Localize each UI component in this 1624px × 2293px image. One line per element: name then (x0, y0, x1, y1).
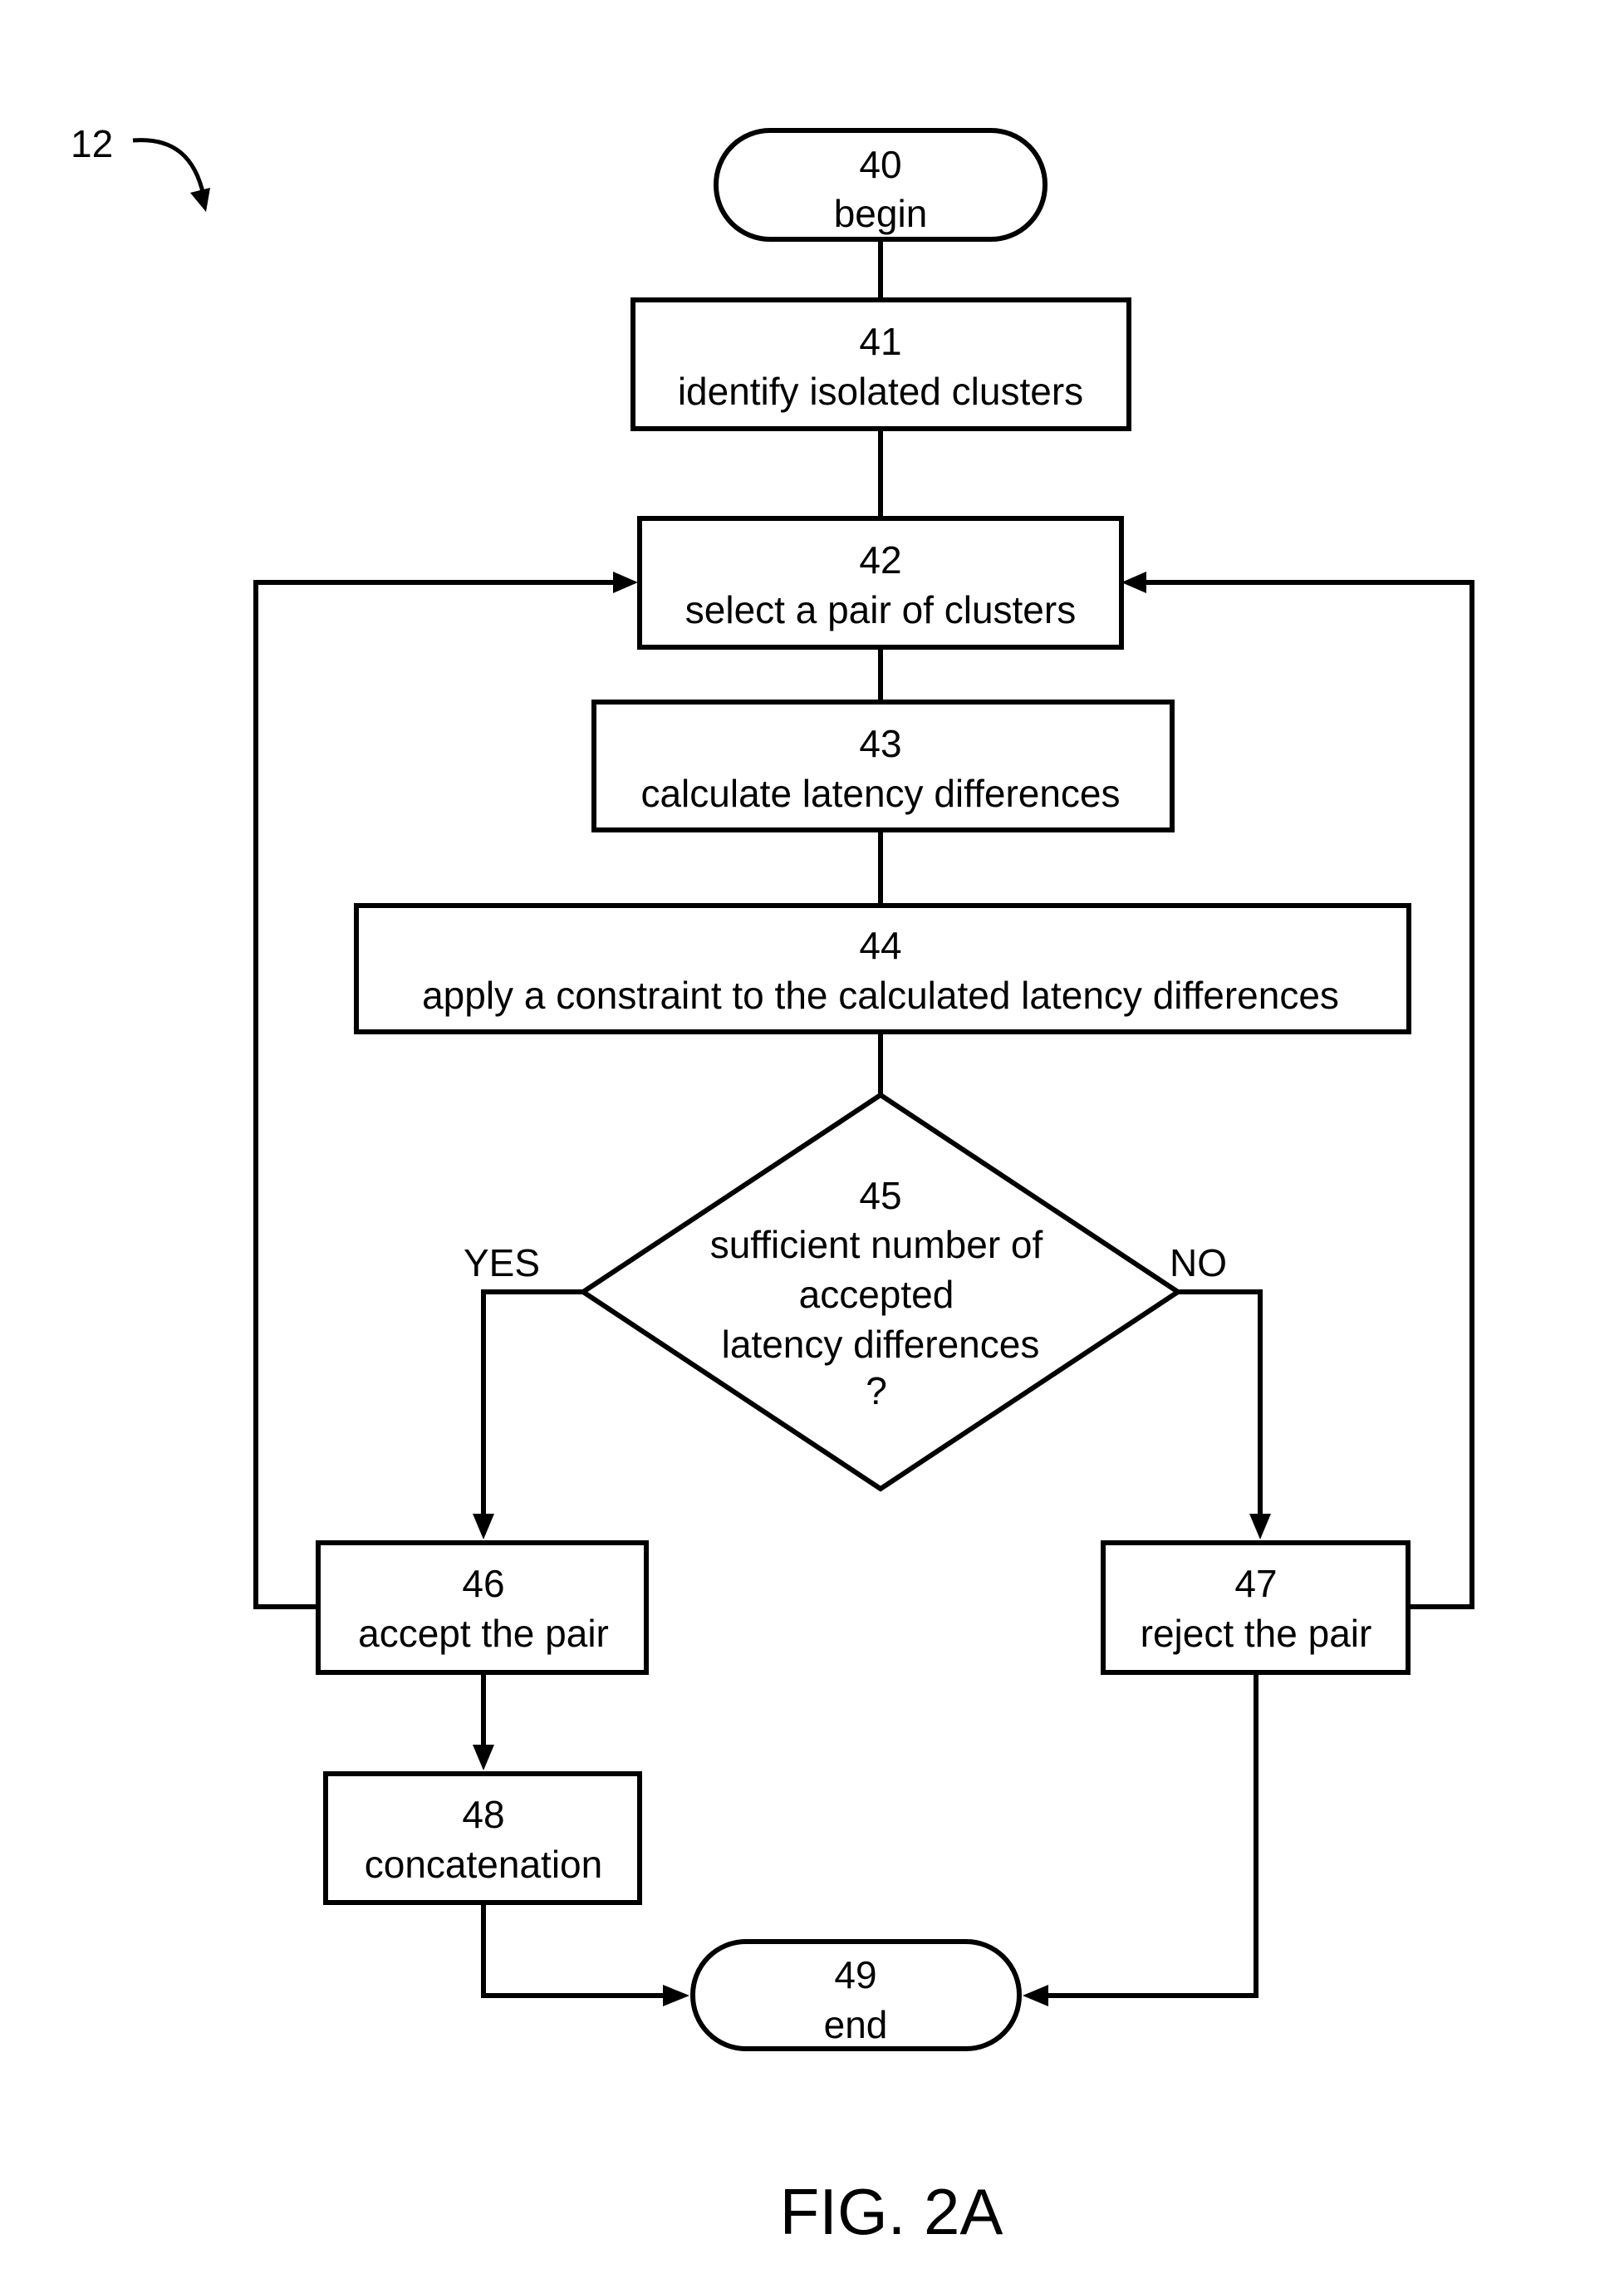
flowchart: 12 40 begin 41 identify isolated cluster… (71, 122, 1474, 2248)
node-46-number: 46 (462, 1562, 504, 1605)
node-46-label: accept the pair (358, 1612, 609, 1655)
node-40-begin[interactable]: 40 begin (714, 128, 1048, 242)
connector-yes-45-46 (473, 1289, 586, 1539)
branch-label-no: NO (1170, 1241, 1227, 1284)
node-48-label: concatenation (365, 1843, 602, 1886)
node-43-label: calculate latency differences (640, 772, 1120, 815)
node-45-line-1: sufficient number of (710, 1223, 1043, 1266)
node-47-number: 47 (1234, 1562, 1277, 1605)
node-40-label: begin (834, 192, 928, 235)
node-45-line-4: ? (866, 1369, 887, 1412)
node-43-number: 43 (859, 722, 901, 765)
node-47-reject-pair[interactable]: 47 reject the pair (1101, 1540, 1411, 1675)
node-48-concatenation[interactable]: 48 concatenation (323, 1771, 642, 1905)
node-45-decision[interactable]: 45 sufficient number of accepted latency… (578, 1092, 1183, 1492)
node-41-label: identify isolated clusters (678, 370, 1083, 413)
node-44-apply-constraint[interactable]: 44 apply a constraint to the calculated … (354, 903, 1411, 1034)
connector-48-49 (481, 1903, 689, 2006)
node-44-number: 44 (859, 924, 901, 967)
node-49-number: 49 (834, 1953, 876, 1996)
node-46-accept-pair[interactable]: 46 accept the pair (316, 1540, 649, 1675)
node-43-calculate-latency[interactable]: 43 calculate latency differences (591, 700, 1175, 832)
connector-no-45-47 (1175, 1289, 1271, 1539)
node-41-identify-isolated-clusters[interactable]: 41 identify isolated clusters (630, 297, 1131, 431)
node-45-line-3: latency differences (722, 1323, 1040, 1366)
node-42-number: 42 (859, 538, 901, 582)
reference-numeral: 12 (71, 122, 113, 165)
node-49-label: end (824, 2003, 888, 2046)
node-40-number: 40 (859, 143, 901, 186)
node-42-select-pair[interactable]: 42 select a pair of clusters (637, 516, 1124, 650)
connector-47-49 (1023, 1672, 1258, 2006)
connector-46-48 (473, 1672, 494, 1770)
node-45-number: 45 (859, 1174, 901, 1217)
branch-label-yes: YES (464, 1241, 540, 1284)
node-45-line-2: accepted (799, 1273, 954, 1316)
node-47-label: reject the pair (1141, 1612, 1372, 1655)
node-48-number: 48 (462, 1793, 504, 1836)
figure-caption: FIG. 2A (780, 2175, 1003, 2248)
node-42-label: select a pair of clusters (685, 588, 1076, 631)
reference-arrow-icon (132, 138, 210, 212)
node-41-number: 41 (859, 320, 901, 363)
node-44-label: apply a constraint to the calculated lat… (422, 974, 1339, 1017)
loop-46-to-42 (253, 572, 638, 1609)
node-49-end[interactable]: 49 end (690, 1939, 1022, 2051)
